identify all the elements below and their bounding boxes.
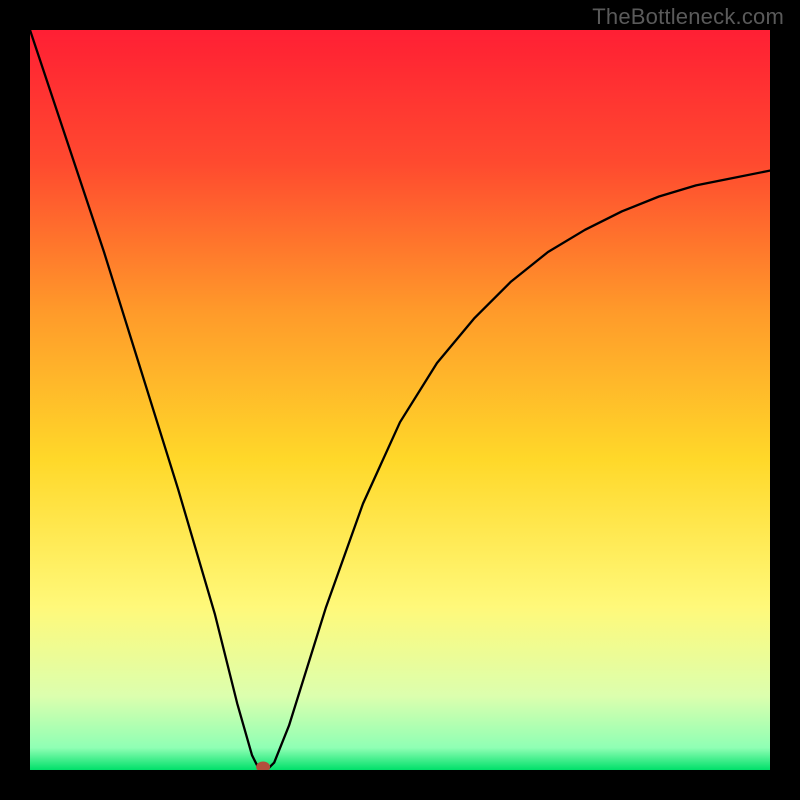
chart-frame: TheBottleneck.com	[0, 0, 800, 800]
watermark-text: TheBottleneck.com	[592, 4, 784, 30]
chart-svg	[30, 30, 770, 770]
chart-plot-area	[30, 30, 770, 770]
gradient-background	[30, 30, 770, 770]
